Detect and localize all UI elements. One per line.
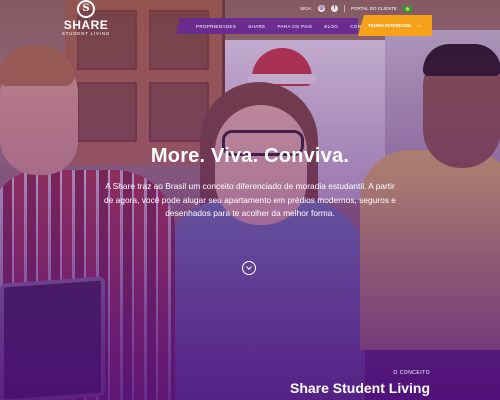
share-logo[interactable]: S SHARE STUDENT LIVING <box>58 0 114 38</box>
brazil-flag-icon[interactable] <box>402 5 412 12</box>
nav-item-para-os-pais[interactable]: PARA OS PAIS <box>277 24 312 29</box>
client-portal-link[interactable]: PORTAL DO CLIENTE <box>351 6 397 11</box>
concept-title: Share Student Living <box>289 380 430 396</box>
facebook-icon[interactable]: f <box>331 5 339 12</box>
instagram-icon[interactable]: ◎ <box>318 5 326 12</box>
nav-item-share[interactable]: SHARE <box>248 24 265 29</box>
brand-name: SHARE <box>63 18 109 32</box>
social-label: SIGA: <box>300 6 313 11</box>
hero-intro-text: A Share traz ao Brasil um conceito difer… <box>104 181 396 218</box>
concept-eyebrow: O CONCEITO <box>393 370 430 376</box>
arrow-right-icon: → <box>415 22 423 29</box>
tenho-interesse-button[interactable]: TENHO INTERESSE → <box>358 15 432 36</box>
chevron-down-icon <box>246 264 252 270</box>
main-navigation: PROPRIEDADES SHARE PARA OS PAIS BLOG CON… <box>196 18 374 34</box>
utility-divider <box>344 5 346 12</box>
share-logo-mark-icon: S <box>77 0 95 18</box>
scroll-down-button[interactable] <box>242 261 256 275</box>
utility-bar: SIGA: ◎ f PORTAL DO CLIENTE <box>300 4 412 13</box>
hero-headline: More. Viva. Conviva. <box>150 145 350 167</box>
nav-item-blog[interactable]: BLOG <box>324 24 338 29</box>
cta-label: TENHO INTERESSE <box>367 23 412 28</box>
brand-tagline: STUDENT LIVING <box>61 31 111 36</box>
nav-item-propriedades[interactable]: PROPRIEDADES <box>196 24 236 29</box>
